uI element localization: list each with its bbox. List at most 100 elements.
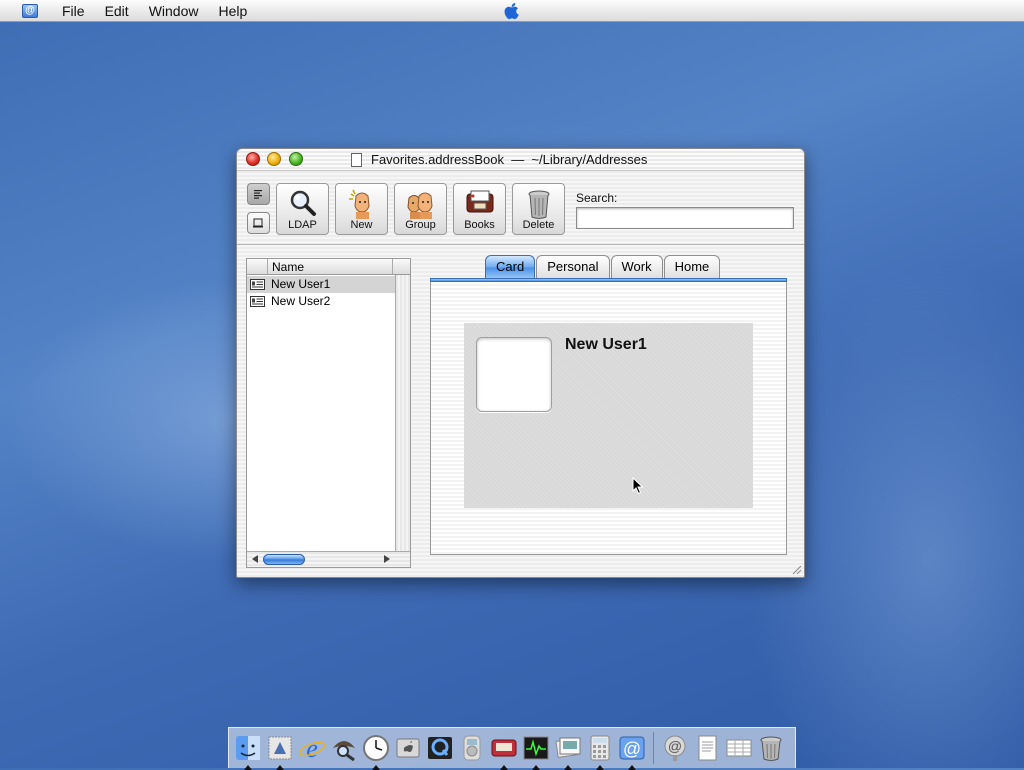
delete-button-label: Delete	[522, 219, 555, 231]
tab-work[interactable]: Work	[610, 255, 663, 279]
apple-menu-icon[interactable]	[504, 2, 520, 20]
books-button[interactable]: Books	[453, 183, 506, 235]
list-item[interactable]: New User1	[247, 276, 395, 293]
quicktime-icon	[428, 737, 452, 759]
card-view-icon	[253, 218, 263, 228]
close-button[interactable]	[246, 152, 260, 166]
photo-well[interactable]	[476, 337, 552, 412]
scroll-thumb[interactable]	[263, 554, 305, 565]
list-view-toggle[interactable]	[247, 183, 270, 205]
name-column-header[interactable]: Name	[272, 260, 304, 274]
dock-finder[interactable]	[234, 733, 262, 770]
svg-text:@: @	[623, 739, 641, 759]
ldap-button-label: LDAP	[288, 219, 317, 231]
vertical-scrollbar[interactable]	[395, 275, 410, 552]
delete-button[interactable]: Delete	[512, 183, 565, 235]
search-input[interactable]	[576, 207, 794, 229]
card-view-toggle[interactable]	[247, 212, 270, 234]
horizontal-scrollbar[interactable]	[247, 551, 410, 567]
preview-icon	[555, 737, 581, 758]
itunes-icon	[463, 735, 481, 761]
dock-document-1[interactable]	[693, 733, 721, 763]
books-icon	[466, 190, 493, 213]
dock-preview[interactable]	[554, 733, 582, 770]
menu-file[interactable]: File	[52, 0, 95, 22]
mail-document-icon: @	[664, 735, 686, 761]
mouse-cursor-icon	[632, 477, 644, 495]
clock-icon	[363, 735, 389, 761]
window-title-file: Favorites.addressBook	[371, 152, 504, 167]
card-contact-name[interactable]: New User1	[565, 336, 647, 354]
contact-card-icon	[250, 296, 265, 307]
contact-card-icon	[250, 279, 265, 290]
dock-mail[interactable]: @	[618, 733, 646, 770]
dock-sherlock[interactable]	[330, 733, 358, 763]
spreadsheet-document-icon	[726, 739, 752, 757]
dock-process-viewer[interactable]	[522, 733, 550, 770]
dock-itunes[interactable]	[458, 733, 486, 763]
tab-bar: Card Personal Work Home	[485, 255, 721, 279]
dock-separator	[653, 732, 654, 764]
window-title: Favorites.addressBook — ~/Library/Addres…	[371, 152, 647, 167]
trash-icon	[760, 736, 782, 761]
ldap-button[interactable]: LDAP	[276, 183, 329, 235]
finder-icon	[236, 736, 260, 760]
new-button-label: New	[350, 219, 373, 231]
toolbar: LDAP New Group Books Delete Search:	[237, 172, 804, 245]
stamp-icon	[268, 736, 292, 760]
tab-home[interactable]: Home	[663, 255, 721, 279]
zoom-button[interactable]	[289, 152, 303, 166]
magnifier-icon	[290, 190, 316, 216]
trash-icon	[528, 190, 549, 219]
menu-window[interactable]: Window	[139, 0, 209, 22]
contact-name: New User1	[271, 277, 331, 291]
group-button-label: Group	[405, 219, 436, 231]
column-divider	[392, 259, 393, 274]
contacts-list[interactable]: Name New User1 New User2	[246, 258, 411, 568]
tab-personal[interactable]: Personal	[536, 255, 610, 279]
card-tab-panel: New User1	[430, 282, 787, 555]
dock-mail-stamp[interactable]	[266, 733, 294, 770]
dock-system-preferences[interactable]	[394, 733, 422, 763]
contact-card: New User1	[464, 323, 753, 508]
books-button-label: Books	[464, 219, 495, 231]
document-proxy-icon[interactable]	[351, 153, 362, 167]
address-book-app-icon[interactable]: @	[22, 3, 38, 18]
dock-address-book[interactable]	[490, 733, 518, 770]
list-view-icon	[254, 190, 262, 199]
window-title-path: ~/Library/Addresses	[531, 152, 648, 167]
contact-name: New User2	[271, 294, 331, 308]
text-document-icon	[698, 735, 717, 761]
search-label: Search:	[576, 191, 618, 205]
list-header: Name	[247, 259, 410, 275]
icon-column-header[interactable]	[247, 259, 268, 274]
new-button[interactable]: New	[335, 183, 388, 235]
new-person-icon	[348, 189, 370, 219]
scroll-left-arrow-icon[interactable]	[252, 555, 258, 563]
tab-card[interactable]: Card	[485, 255, 536, 279]
svg-text:e: e	[306, 734, 318, 762]
scroll-right-arrow-icon[interactable]	[384, 555, 390, 563]
resize-grip-icon[interactable]	[792, 565, 802, 575]
list-item[interactable]: New User2	[247, 293, 395, 310]
svg-text:@: @	[668, 738, 682, 754]
group-button[interactable]: Group	[394, 183, 447, 235]
dock-calculator[interactable]	[586, 733, 614, 770]
internet-explorer-icon: e	[298, 734, 326, 762]
menu-edit[interactable]: Edit	[95, 0, 139, 22]
window-title-separator: —	[511, 152, 525, 167]
dock-quicktime[interactable]	[426, 733, 454, 763]
title-bar[interactable]: Favorites.addressBook — ~/Library/Addres…	[237, 149, 804, 171]
process-viewer-icon	[523, 736, 549, 760]
dock-mail-document[interactable]: @	[661, 733, 689, 763]
dock: e @ @	[228, 727, 796, 770]
dock-internet-explorer[interactable]: e	[298, 733, 326, 763]
calculator-icon	[590, 735, 610, 761]
dock-trash[interactable]	[757, 733, 785, 763]
dock-document-2[interactable]	[725, 733, 753, 763]
menu-help[interactable]: Help	[208, 0, 257, 22]
minimize-button[interactable]	[267, 152, 281, 166]
system-preferences-icon	[396, 738, 420, 758]
dock-clock[interactable]	[362, 733, 390, 770]
address-book-icon	[491, 739, 517, 757]
